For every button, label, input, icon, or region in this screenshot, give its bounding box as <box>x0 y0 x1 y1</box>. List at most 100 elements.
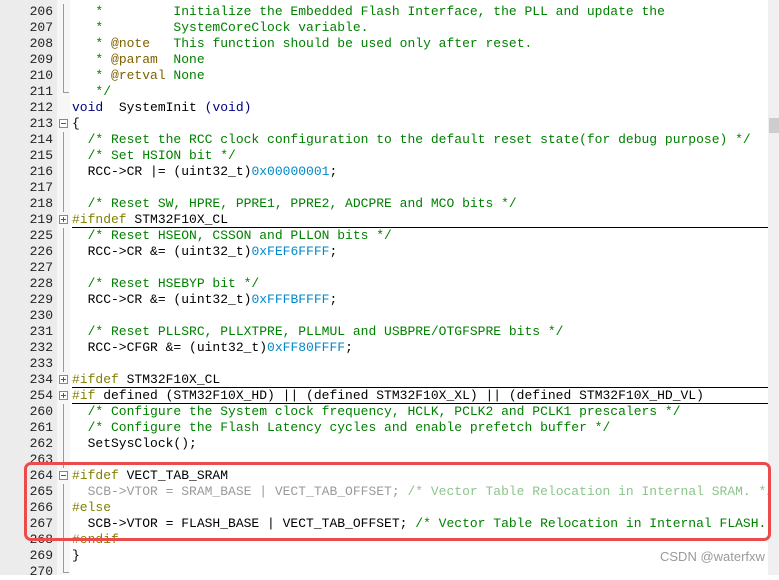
code-text: RCC->CR &= (uint32_t)0xFFFBFFFF; <box>72 292 338 308</box>
code-text: void SystemInit (void) <box>72 100 251 116</box>
code-line[interactable]: 219 #ifndef STM32F10X_CL <box>0 212 768 228</box>
code-line[interactable]: 261 /* Configure the Flash Latency cycle… <box>0 420 768 436</box>
code-token: 0xFEF6FFFF <box>251 244 330 259</box>
fold-collapse-icon[interactable] <box>59 119 68 128</box>
code-text: RCC->CR |= (uint32_t)0x00000001; <box>72 164 338 180</box>
line-number: 260 <box>29 404 53 419</box>
fold-guide <box>63 20 64 36</box>
fold-guide <box>63 260 64 276</box>
code-token: RCC->CR |= (uint32_t) <box>72 164 252 179</box>
line-number: 207 <box>29 20 53 35</box>
watermark: CSDN @waterfxw <box>660 549 765 564</box>
code-line[interactable]: 207 * SystemCoreClock variable. <box>0 20 768 36</box>
fold-guide <box>63 436 64 452</box>
code-text: /* Reset the RCC clock configuration to … <box>72 132 751 148</box>
line-number: 225 <box>29 228 53 243</box>
fold-guide <box>63 244 64 260</box>
fold-guide <box>63 276 64 292</box>
code-token: * <box>72 68 112 83</box>
code-line[interactable]: 231 /* Reset PLLSRC, PLLXTPRE, PLLMUL an… <box>0 324 768 340</box>
fold-guide <box>63 4 64 20</box>
code-token: /* Configure the Flash Latency cycles an… <box>72 420 611 435</box>
code-token: { <box>72 116 80 131</box>
code-token: } <box>72 548 80 563</box>
line-number: 269 <box>29 548 53 563</box>
fold-guide <box>63 548 64 564</box>
code-token: RCC->CR &= (uint32_t) <box>72 244 252 259</box>
code-line[interactable]: 216 RCC->CR |= (uint32_t)0x00000001; <box>0 164 768 180</box>
line-number: 229 <box>29 292 53 307</box>
code-token: STM32F10X_CL <box>126 212 229 227</box>
code-token: #ifndef <box>72 212 127 227</box>
code-line[interactable]: 206 * Initialize the Embedded Flash Inte… <box>0 4 768 20</box>
line-number: 217 <box>29 180 53 195</box>
line-number: 262 <box>29 436 53 451</box>
line-number: 228 <box>29 276 53 291</box>
code-line[interactable]: 211 */ <box>0 84 768 100</box>
fold-guide <box>63 52 64 68</box>
code-token: 0xFFFBFFFF <box>251 292 330 307</box>
code-line[interactable]: 210 * @retval None <box>0 68 768 84</box>
fold-guide <box>63 132 64 148</box>
fold-expand-icon[interactable] <box>59 215 68 224</box>
code-line[interactable]: 229 RCC->CR &= (uint32_t)0xFFFBFFFF; <box>0 292 768 308</box>
code-line[interactable]: 233 <box>0 356 768 372</box>
fold-guide <box>63 148 64 164</box>
code-token: STM32F10X_CL <box>118 372 221 387</box>
code-token: * SystemCoreClock variable. <box>72 20 369 35</box>
code-text: #ifdef STM32F10X_CL <box>72 372 220 388</box>
code-line[interactable]: 269} <box>0 548 768 564</box>
code-text: #if defined (STM32F10X_HD) || (defined S… <box>72 388 704 404</box>
code-line[interactable]: 228 /* Reset HSEBYP bit */ <box>0 276 768 292</box>
code-line[interactable]: 230 <box>0 308 768 324</box>
code-line[interactable]: 208 * @note This function should be used… <box>0 36 768 52</box>
code-line[interactable]: 262 SetSysClock(); <box>0 436 768 452</box>
code-token: /* Reset PLLSRC, PLLXTPRE, PLLMUL and US… <box>72 324 564 339</box>
code-token: /* Reset HSEBYP bit */ <box>72 276 260 291</box>
code-line[interactable]: 214 /* Reset the RCC clock configuration… <box>0 132 768 148</box>
line-number: 231 <box>29 324 53 339</box>
code-line[interactable]: 215 /* Set HSION bit */ <box>0 148 768 164</box>
scrollbar-thumb[interactable] <box>769 118 779 133</box>
code-text: * @note This function should be used onl… <box>72 36 532 52</box>
line-number: 219 <box>29 212 53 227</box>
code-token: ; <box>329 292 338 307</box>
code-line[interactable]: 225 /* Reset HSEON, CSSON and PLLON bits… <box>0 228 768 244</box>
code-line[interactable]: 212 void SystemInit (void) <box>0 100 768 116</box>
code-token: * <box>72 52 112 67</box>
code-text: /* Set HSION bit */ <box>72 148 236 164</box>
line-number: 214 <box>29 132 53 147</box>
line-number: 218 <box>29 196 53 211</box>
fold-guide <box>63 324 64 340</box>
code-token: @retval <box>111 68 166 83</box>
fold-guide <box>63 564 69 573</box>
line-number: 216 <box>29 164 53 179</box>
code-line[interactable]: 213 { <box>0 116 768 132</box>
code-line[interactable]: 218 /* Reset SW, HPRE, PPRE1, PPRE2, ADC… <box>0 196 768 212</box>
code-token: RCC->CR &= (uint32_t) <box>72 292 252 307</box>
code-line[interactable]: 226 RCC->CR &= (uint32_t)0xFEF6FFFF; <box>0 244 768 260</box>
code-line[interactable]: 232 RCC->CFGR &= (uint32_t)0xFF80FFFF; <box>0 340 768 356</box>
code-token: ; <box>345 340 353 355</box>
fold-expand-icon[interactable] <box>59 375 68 384</box>
fold-expand-icon[interactable] <box>59 391 68 400</box>
code-text: /* Reset HSEBYP bit */ <box>72 276 260 292</box>
line-number: 226 <box>29 244 53 259</box>
fold-guide <box>63 180 64 196</box>
code-line[interactable]: 217 <box>0 180 768 196</box>
code-text: SetSysClock(); <box>72 436 197 452</box>
code-line[interactable]: 234 #ifdef STM32F10X_CL <box>0 372 768 388</box>
code-line[interactable]: 209 * @param None <box>0 52 768 68</box>
line-number: 210 <box>29 68 53 83</box>
fold-guide <box>63 308 64 324</box>
code-line[interactable]: 270 <box>0 564 768 580</box>
line-number: 213 <box>29 116 53 131</box>
code-text: /* Reset SW, HPRE, PPRE1, PPRE2, ADCPRE … <box>72 196 517 212</box>
code-token: /* Set HSION bit */ <box>72 148 236 163</box>
code-token: /* Reset SW, HPRE, PPRE1, PPRE2, ADCPRE … <box>72 196 517 211</box>
fold-guide <box>63 340 64 356</box>
code-line[interactable]: 260 /* Configure the System clock freque… <box>0 404 768 420</box>
code-line[interactable]: 254 #if defined (STM32F10X_HD) || (define… <box>0 388 768 404</box>
code-text: * Initialize the Embedded Flash Interfac… <box>72 4 665 20</box>
code-line[interactable]: 227 <box>0 260 768 276</box>
